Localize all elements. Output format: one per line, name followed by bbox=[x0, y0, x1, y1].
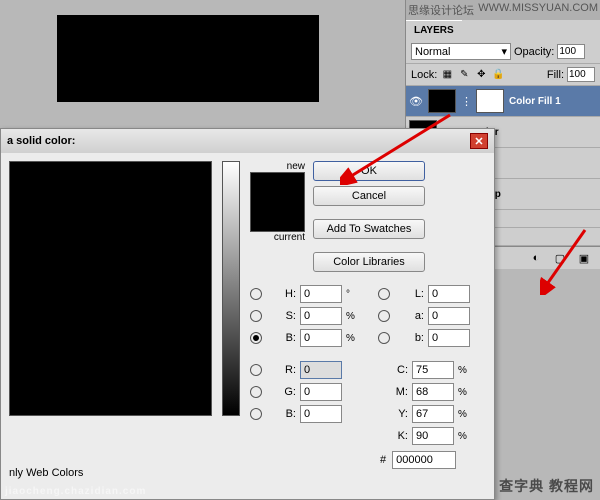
color-field[interactable] bbox=[9, 161, 212, 416]
l-input[interactable] bbox=[428, 285, 470, 303]
l-radio[interactable] bbox=[378, 288, 390, 300]
b3-radio[interactable] bbox=[378, 332, 390, 344]
watermark: 查字典 教程网 bbox=[499, 476, 594, 496]
fill-input[interactable] bbox=[567, 67, 595, 82]
lock-icons: ▦ ✎ ✥ 🔒 bbox=[440, 68, 505, 82]
a-label: a: bbox=[394, 310, 424, 322]
cancel-button[interactable]: Cancel bbox=[313, 186, 425, 206]
new-color[interactable] bbox=[251, 173, 304, 202]
web-colors-checkbox-label[interactable]: nly Web Colors bbox=[9, 467, 83, 479]
b3-label: b: bbox=[394, 332, 424, 344]
lock-paint-icon[interactable]: ✎ bbox=[457, 68, 471, 82]
y-label: Y: bbox=[378, 408, 408, 420]
y-input[interactable] bbox=[412, 405, 454, 423]
b3-input[interactable] bbox=[428, 329, 470, 347]
m-label: M: bbox=[378, 386, 408, 398]
current-label: current bbox=[250, 232, 305, 243]
panel-header: 思缘设计论坛 WWW.MISSYUAN.COM bbox=[406, 0, 600, 20]
opacity-label: Opacity: bbox=[514, 46, 554, 58]
color-picker-dialog: a solid color: ✕ new current OK Cancel bbox=[0, 128, 495, 500]
lock-move-icon[interactable]: ✥ bbox=[474, 68, 488, 82]
c-label: C: bbox=[378, 364, 408, 376]
b-input[interactable] bbox=[300, 329, 342, 347]
layer-name: Color Fill 1 bbox=[509, 96, 561, 107]
dialog-titlebar[interactable]: a solid color: ✕ bbox=[1, 129, 494, 153]
h-radio[interactable] bbox=[250, 288, 262, 300]
folder-icon[interactable]: ▣ bbox=[576, 251, 592, 265]
close-icon[interactable]: ✕ bbox=[470, 133, 488, 149]
eye-icon[interactable]: 👁 bbox=[409, 94, 423, 108]
b-radio[interactable] bbox=[250, 332, 262, 344]
color-libraries-button[interactable]: Color Libraries bbox=[313, 252, 425, 272]
lock-label: Lock: bbox=[411, 69, 437, 81]
ok-button[interactable]: OK bbox=[313, 161, 425, 181]
mask-thumb[interactable] bbox=[476, 89, 504, 113]
b-label: B: bbox=[266, 332, 296, 344]
document-canvas[interactable] bbox=[57, 15, 319, 102]
s-label: S: bbox=[266, 310, 296, 322]
lock-transparent-icon[interactable]: ▦ bbox=[440, 68, 454, 82]
g-radio[interactable] bbox=[250, 386, 262, 398]
m-input[interactable] bbox=[412, 383, 454, 401]
link-icon[interactable]: ⋮ bbox=[461, 95, 471, 108]
lock-all-icon[interactable]: 🔒 bbox=[491, 68, 505, 82]
l-label: L: bbox=[394, 288, 424, 300]
blend-mode-select[interactable]: Normal ▾ bbox=[411, 43, 511, 60]
a-radio[interactable] bbox=[378, 310, 390, 322]
panel-tabs: LAYERS bbox=[406, 20, 600, 40]
b2-radio[interactable] bbox=[250, 408, 262, 420]
b2-input[interactable] bbox=[300, 405, 342, 423]
c-input[interactable] bbox=[412, 361, 454, 379]
header-brand: 思缘设计论坛 bbox=[408, 2, 474, 18]
layer-thumb[interactable] bbox=[428, 89, 456, 113]
fill-label: Fill: bbox=[547, 69, 564, 81]
a-input[interactable] bbox=[428, 307, 470, 325]
hue-slider[interactable] bbox=[222, 161, 240, 416]
g-label: G: bbox=[266, 386, 296, 398]
r-label: R: bbox=[266, 364, 296, 376]
k-label: K: bbox=[378, 430, 408, 442]
r-input[interactable] bbox=[300, 361, 342, 379]
mask-icon[interactable]: ▢ bbox=[552, 251, 568, 265]
hex-label: # bbox=[380, 454, 386, 466]
k-input[interactable] bbox=[412, 427, 454, 445]
layer-item[interactable]: 👁 ⋮ Color Fill 1 bbox=[406, 86, 600, 117]
g-input[interactable] bbox=[300, 383, 342, 401]
lock-fill-row: Lock: ▦ ✎ ✥ 🔒 Fill: bbox=[406, 64, 600, 86]
chevron-down-icon: ▾ bbox=[501, 45, 507, 58]
color-swatch bbox=[250, 172, 305, 232]
watermark-url: jiaocheng.chazidian.com bbox=[5, 486, 146, 497]
opacity-input[interactable] bbox=[557, 44, 585, 59]
s-radio[interactable] bbox=[250, 310, 262, 322]
blend-opacity-row: Normal ▾ Opacity: bbox=[406, 40, 600, 64]
current-color[interactable] bbox=[251, 202, 304, 231]
r-radio[interactable] bbox=[250, 364, 262, 376]
add-swatches-button[interactable]: Add To Swatches bbox=[313, 219, 425, 239]
new-label: new bbox=[250, 161, 305, 172]
h-label: H: bbox=[266, 288, 296, 300]
s-input[interactable] bbox=[300, 307, 342, 325]
fx-icon[interactable]: ◐ bbox=[528, 251, 544, 265]
dialog-title: a solid color: bbox=[7, 135, 75, 147]
b2-label: B: bbox=[266, 408, 296, 420]
hex-input[interactable] bbox=[392, 451, 456, 469]
header-url: WWW.MISSYUAN.COM bbox=[478, 2, 598, 18]
h-input[interactable] bbox=[300, 285, 342, 303]
tab-layers[interactable]: LAYERS bbox=[406, 20, 462, 40]
blend-mode-value: Normal bbox=[415, 46, 450, 58]
